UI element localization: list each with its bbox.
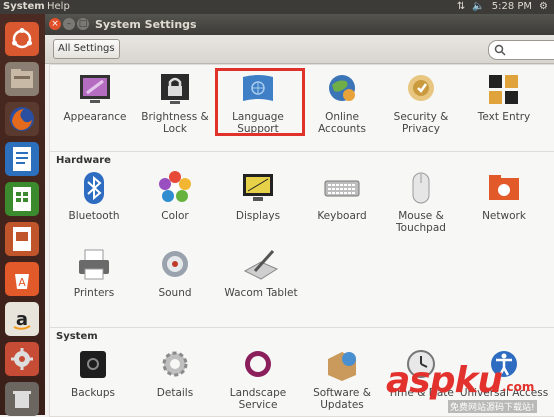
speaker-icon <box>162 251 188 277</box>
dash-home-icon[interactable] <box>5 22 39 56</box>
text-entry-item[interactable]: Text Entry <box>459 71 549 123</box>
safe-icon <box>80 351 106 378</box>
bluetooth-item[interactable]: Bluetooth <box>49 170 139 222</box>
watermark-brand: aspku <box>386 360 503 401</box>
search-input[interactable] <box>488 40 554 60</box>
toolbar: All Settings <box>45 35 554 64</box>
keyboard-keys-icon <box>489 75 518 104</box>
writer-icon[interactable] <box>5 142 39 176</box>
system-heading: System <box>56 331 98 342</box>
security-privacy-item[interactable]: Security & Privacy <box>376 71 466 135</box>
wacom-tablet-item[interactable]: Wacom Tablet <box>216 247 306 299</box>
mouse-touchpad-item[interactable]: Mouse & Touchpad <box>376 170 466 234</box>
tablet-pen-icon <box>243 249 279 280</box>
clock[interactable]: 5:28 PM <box>492 0 532 14</box>
top-panel: System Help ⇅ 🔈 5:28 PM ⚙ <box>0 0 554 14</box>
displays-item[interactable]: Displays <box>213 170 303 222</box>
files-icon[interactable] <box>5 62 39 96</box>
network-icon[interactable]: ⇅ <box>457 0 465 14</box>
online-accounts-icon <box>329 75 355 101</box>
appearance-item[interactable]: Appearance <box>50 71 140 123</box>
landscape-service-item[interactable]: Landscape Service <box>213 347 303 411</box>
online-accounts-item[interactable]: Online Accounts <box>297 71 387 135</box>
keyboard-icon <box>324 180 360 197</box>
network-folder-icon <box>489 175 519 200</box>
hardware-section: Hardware Bluetooth Color Displays Keyboa… <box>49 151 554 328</box>
system-settings-icon[interactable] <box>5 342 39 376</box>
indicator-area: ⇅ 🔈 5:28 PM ⚙ <box>457 0 548 14</box>
window-title: System Settings <box>95 18 197 31</box>
software-updates-item[interactable]: Software & Updates <box>297 347 387 411</box>
impress-icon[interactable] <box>5 222 39 256</box>
amazon-icon[interactable]: a <box>5 302 39 336</box>
maximize-icon[interactable]: □ <box>77 18 89 30</box>
keyboard-item[interactable]: Keyboard <box>297 170 387 222</box>
search-icon <box>494 44 506 56</box>
landscape-icon <box>245 351 271 377</box>
help-menu[interactable]: Help <box>47 0 70 14</box>
software-center-icon[interactable]: A <box>5 262 39 296</box>
watermark-tagline: 免费网站源码下载站! <box>448 400 537 413</box>
close-icon[interactable]: × <box>49 18 61 30</box>
launcher: A a <box>0 14 45 416</box>
backups-item[interactable]: Backups <box>48 347 138 399</box>
sound-item[interactable]: Sound <box>130 247 220 299</box>
minimize-icon[interactable]: – <box>63 18 75 30</box>
watermark: aspku .com 免费网站源码下载站! <box>384 360 554 415</box>
software-box-icon <box>328 352 356 381</box>
mouse-icon <box>412 172 430 204</box>
display-icon <box>243 174 273 201</box>
svg-text:A: A <box>18 276 26 289</box>
hardware-heading: Hardware <box>56 155 111 166</box>
trash-icon[interactable] <box>5 382 39 416</box>
calc-icon[interactable] <box>5 182 39 216</box>
language-support-highlight <box>215 68 305 136</box>
gear-icon <box>162 351 188 377</box>
color-flower-icon <box>159 171 191 202</box>
network-item[interactable]: Network <box>459 170 549 222</box>
volume-icon[interactable]: 🔈 <box>472 0 484 14</box>
power-icon[interactable]: ⚙ <box>539 0 548 14</box>
color-item[interactable]: Color <box>130 170 220 222</box>
firefox-icon[interactable] <box>5 102 39 136</box>
title-bar[interactable]: × – □ System Settings <box>45 14 554 35</box>
brightness-lock-item[interactable]: Brightness & Lock <box>130 71 220 135</box>
bluetooth-icon <box>84 172 104 204</box>
watermark-tld: .com <box>502 380 535 394</box>
details-item[interactable]: Details <box>130 347 220 399</box>
printers-item[interactable]: Printers <box>49 247 139 299</box>
security-privacy-icon <box>408 75 434 101</box>
app-menu-title[interactable]: System <box>3 0 45 14</box>
all-settings-button[interactable]: All Settings <box>53 39 120 59</box>
printer-icon <box>79 249 109 280</box>
lock-icon <box>161 74 189 104</box>
appearance-icon <box>80 75 110 103</box>
